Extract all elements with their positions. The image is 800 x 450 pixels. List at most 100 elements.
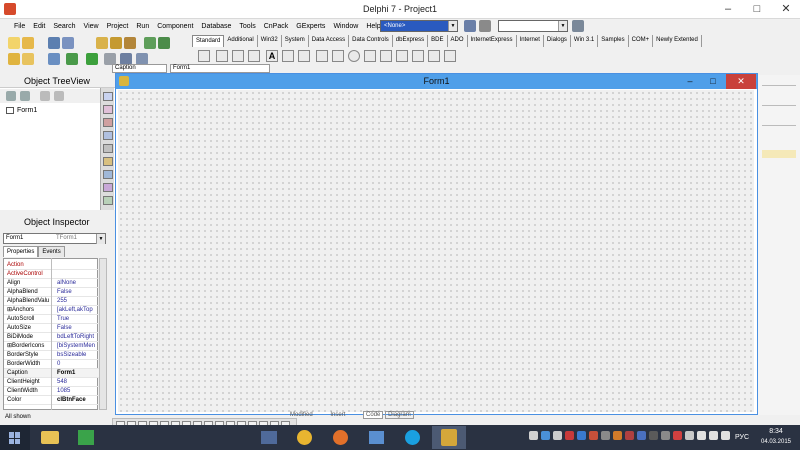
component-icon[interactable] <box>103 92 113 101</box>
listbox-component-icon[interactable] <box>364 50 376 62</box>
chevron-down-icon[interactable]: ▼ <box>448 21 457 31</box>
clock-date[interactable]: 04.03.2015 <box>754 439 798 445</box>
pointer-icon[interactable] <box>198 50 210 62</box>
property-grid-divider[interactable] <box>51 258 52 410</box>
palette-tab-bde[interactable]: BDE <box>428 35 448 47</box>
taskbar-volume[interactable] <box>360 426 394 449</box>
tab-properties[interactable]: Properties <box>3 246 39 257</box>
property-value[interactable]: bdLeftToRight <box>57 333 99 342</box>
open-icon[interactable] <box>22 37 34 49</box>
property-value[interactable]: 255 <box>57 297 99 306</box>
property-value[interactable]: 548 <box>57 378 99 387</box>
menu-run[interactable]: Run <box>132 19 153 34</box>
property-value[interactable]: False <box>57 288 99 297</box>
menu-database[interactable]: Database <box>197 19 235 34</box>
config-combo[interactable]: ▼ <box>498 20 568 32</box>
component-icon[interactable] <box>103 105 113 114</box>
menu-component[interactable]: Component <box>153 19 197 34</box>
remove-file-icon[interactable] <box>124 37 136 49</box>
palette-tab-internet[interactable]: Internet <box>517 35 544 47</box>
panel-component-icon[interactable] <box>444 50 456 62</box>
taskbar-file-explorer[interactable] <box>33 426 67 449</box>
palette-tab-win32[interactable]: Win32 <box>258 35 282 47</box>
palette-tab-dialogs[interactable]: Dialogs <box>544 35 571 47</box>
menu-file[interactable]: File <box>10 19 29 34</box>
groupbox-component-icon[interactable] <box>412 50 424 62</box>
arrow-up-icon[interactable] <box>40 91 50 101</box>
language-indicator[interactable]: РУС <box>733 425 751 450</box>
taskbar-skype[interactable] <box>396 426 430 449</box>
new-icon[interactable] <box>8 37 20 49</box>
taskbar-store[interactable] <box>69 426 103 449</box>
tray-icon[interactable] <box>649 431 658 440</box>
property-value[interactable]: [akLeft,akTop <box>57 306 99 315</box>
component-icon[interactable] <box>103 131 113 140</box>
component-icon[interactable] <box>103 170 113 179</box>
palette-tab-system[interactable]: System <box>282 35 309 47</box>
view-unit-icon[interactable] <box>8 53 20 65</box>
menu-edit[interactable]: Edit <box>29 19 49 34</box>
palette-tab-dbexpress[interactable]: dbExpress <box>393 35 429 47</box>
menu-gexperts[interactable]: GExperts <box>292 19 329 34</box>
property-value[interactable]: 1085 <box>57 387 99 396</box>
menu-tools[interactable]: Tools <box>235 19 259 34</box>
new-form-icon[interactable] <box>66 53 78 65</box>
open-project-icon[interactable] <box>96 37 108 49</box>
form-client-area[interactable] <box>118 90 754 412</box>
main-menu-icon[interactable] <box>232 50 244 62</box>
property-value[interactable]: clBtnFace <box>57 396 99 405</box>
palette-tab-ado[interactable]: ADO <box>448 35 468 47</box>
property-value[interactable]: alNone <box>57 279 99 288</box>
taskbar-chrome[interactable] <box>288 426 322 449</box>
property-value[interactable]: Form1 <box>57 369 99 378</box>
component-icon[interactable] <box>103 157 113 166</box>
palette-tab-win31[interactable]: Win 3.1 <box>571 35 599 47</box>
tray-icon[interactable] <box>673 431 682 440</box>
label-component-icon[interactable]: A <box>266 50 278 62</box>
start-button[interactable] <box>0 425 30 450</box>
tray-icon[interactable] <box>637 431 646 440</box>
chevron-down-icon[interactable]: ▼ <box>96 234 105 244</box>
tray-icon[interactable] <box>613 431 622 440</box>
palette-tab-data-controls[interactable]: Data Controls <box>349 35 393 47</box>
save-desktop-icon[interactable] <box>464 20 476 32</box>
network-icon[interactable] <box>697 431 706 440</box>
chevron-down-icon[interactable]: ▼ <box>558 21 567 31</box>
network-icon[interactable] <box>572 20 584 32</box>
radiobutton-component-icon[interactable] <box>348 50 360 62</box>
radiogroup-component-icon[interactable] <box>428 50 440 62</box>
close-button[interactable]: ✕ <box>772 0 800 19</box>
maximize-button[interactable]: □ <box>743 0 771 19</box>
component-icon[interactable] <box>103 196 113 205</box>
clock-time[interactable]: 8:34 <box>754 428 798 435</box>
desktop-layout-combo[interactable]: <None> ▼ <box>380 20 458 32</box>
toggle-icon[interactable] <box>158 37 170 49</box>
form-close-button[interactable]: ✕ <box>726 74 756 89</box>
tray-icon[interactable] <box>661 431 670 440</box>
property-value[interactable]: True <box>57 315 99 324</box>
property-value[interactable]: [biSystemMen <box>57 342 99 351</box>
menu-window[interactable]: Window <box>329 19 362 34</box>
memo-component-icon[interactable] <box>298 50 310 62</box>
tray-icon[interactable] <box>589 431 598 440</box>
battery-icon[interactable] <box>721 431 730 440</box>
inspector-caption-value[interactable]: Form1 <box>170 64 270 73</box>
view-form-icon[interactable] <box>22 53 34 65</box>
button-component-icon[interactable] <box>316 50 328 62</box>
volume-icon[interactable] <box>709 431 718 440</box>
palette-tab-internetexpress[interactable]: InternetExpress <box>468 35 517 47</box>
menu-search[interactable]: Search <box>49 19 79 34</box>
popup-menu-icon[interactable] <box>248 50 260 62</box>
run-icon[interactable] <box>86 53 98 65</box>
component-icon[interactable] <box>103 144 113 153</box>
frames-icon[interactable] <box>216 50 228 62</box>
inspector-object-combo[interactable]: Form1 ▼ <box>3 233 106 244</box>
tray-icon[interactable] <box>625 431 634 440</box>
property-value[interactable]: bsSizeable <box>57 351 99 360</box>
taskbar-media[interactable] <box>252 426 286 449</box>
edit-component-icon[interactable] <box>282 50 294 62</box>
combobox-component-icon[interactable] <box>380 50 392 62</box>
form-maximize-button[interactable]: □ <box>702 74 724 89</box>
menu-cnpack[interactable]: CnPack <box>260 19 293 34</box>
add-file-icon[interactable] <box>110 37 122 49</box>
